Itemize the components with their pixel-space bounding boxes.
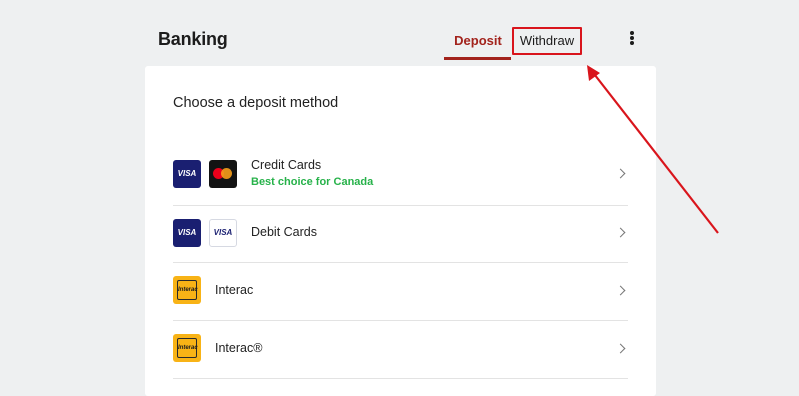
interac-logo-text: Interac <box>177 338 198 358</box>
deposit-methods-card: Choose a deposit method VISA Credit Card… <box>145 66 656 396</box>
menu-dot <box>630 31 634 35</box>
page-title: Banking <box>158 29 228 49</box>
interac-logo-icon: Interac <box>173 334 201 362</box>
section-title: Choose a deposit method <box>173 95 339 111</box>
visa-logo-icon: VISA <box>173 219 201 247</box>
method-name: Interac® <box>215 341 263 355</box>
method-interac-registered[interactable]: Interac Interac® <box>173 321 628 379</box>
tab-deposit-active-indicator <box>444 57 511 60</box>
method-recommendation: Best choice for Canada <box>251 176 374 188</box>
mastercard-logo-icon <box>209 160 237 188</box>
method-credit-cards[interactable]: VISA Credit Cards Best choice for Canada <box>173 148 628 206</box>
mastercard-orange-circle <box>221 168 232 179</box>
tab-deposit[interactable]: Deposit <box>446 33 510 49</box>
method-name: Interac <box>215 283 254 297</box>
interac-logo-icon: Interac <box>173 276 201 304</box>
chevron-right-icon <box>615 168 626 179</box>
tab-withdraw[interactable]: Withdraw <box>512 27 582 55</box>
visa-debit-logo-icon: VISA <box>209 219 237 247</box>
chevron-right-icon <box>615 343 626 354</box>
method-name: Credit Cards <box>251 158 322 172</box>
page-header: Banking Deposit Withdraw <box>0 0 799 66</box>
menu-dot <box>630 41 634 45</box>
visa-logo-icon: VISA <box>173 160 201 188</box>
method-debit-cards[interactable]: VISA VISA Debit Cards <box>173 205 628 263</box>
menu-dot <box>630 36 634 40</box>
more-vertical-icon[interactable] <box>624 29 640 47</box>
chevron-right-icon <box>615 227 626 238</box>
method-interac[interactable]: Interac Interac <box>173 263 628 321</box>
interac-logo-text: Interac <box>177 280 198 300</box>
method-name: Debit Cards <box>251 225 317 239</box>
chevron-right-icon <box>615 285 626 296</box>
